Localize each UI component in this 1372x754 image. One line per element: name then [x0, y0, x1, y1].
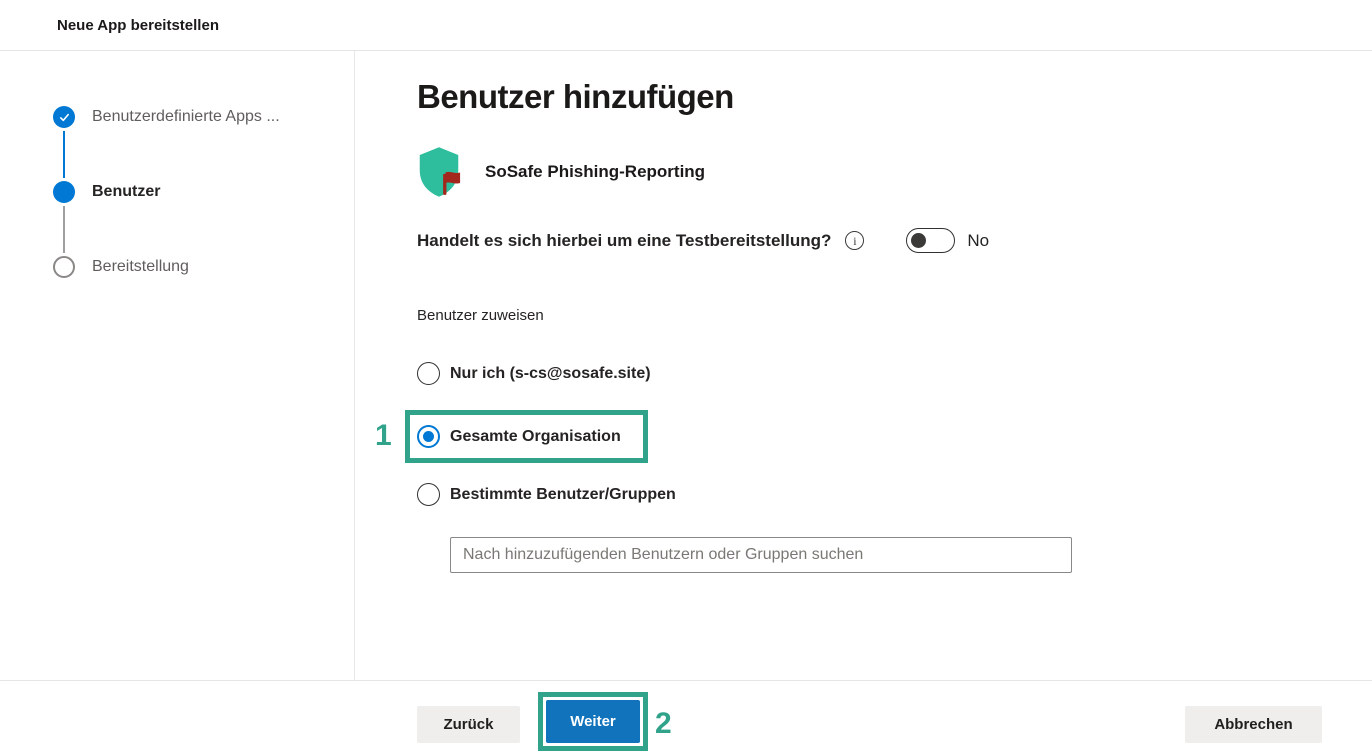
- app-row: SoSafe Phishing-Reporting: [417, 146, 705, 198]
- test-deployment-toggle[interactable]: [906, 228, 955, 253]
- info-icon[interactable]: i: [845, 231, 864, 250]
- test-deployment-row: Handelt es sich hierbei um eine Testbere…: [417, 228, 989, 253]
- step-upcoming-circle-icon: [53, 256, 75, 278]
- radio-option-entire-organization[interactable]: Gesamte Organisation: [417, 425, 621, 448]
- annotation-number-2: 2: [655, 707, 672, 741]
- wizard-steps: Benutzerdefinierte Apps ... Benutzer Ber…: [53, 106, 280, 278]
- radio-option-label: Bestimmte Benutzer/Gruppen: [450, 486, 676, 504]
- annotation-number-1: 1: [375, 419, 392, 453]
- radio-unselected-icon[interactable]: [417, 362, 440, 385]
- user-group-search-input[interactable]: [450, 537, 1072, 573]
- toggle-knob-icon: [911, 233, 926, 248]
- wizard-step-deployment[interactable]: Bereitstellung: [53, 256, 280, 278]
- wizard-step-label: Bereitstellung: [92, 258, 189, 276]
- deploy-app-dialog: Neue App bereitstellen Benutzerdefiniert…: [0, 0, 1372, 754]
- dialog-footer: Zurück Weiter 2 Abbrechen: [0, 680, 1372, 754]
- back-button[interactable]: Zurück: [417, 706, 520, 743]
- toggle-value-label: No: [967, 231, 989, 251]
- cancel-button[interactable]: Abbrechen: [1185, 706, 1322, 743]
- radio-selected-icon[interactable]: [417, 425, 440, 448]
- main-content: Benutzer hinzufügen SoSafe Phishing-Repo…: [355, 51, 1372, 680]
- app-name: SoSafe Phishing-Reporting: [485, 162, 705, 182]
- wizard-step-users[interactable]: Benutzer: [53, 181, 280, 203]
- wizard-connector: [63, 206, 65, 253]
- radio-option-only-me[interactable]: Nur ich (s-cs@sosafe.site): [417, 362, 651, 385]
- test-deployment-question: Handelt es sich hierbei um eine Testbere…: [417, 231, 831, 251]
- step-current-dot-icon: [53, 181, 75, 203]
- annotation-highlight-box: Weiter: [538, 692, 648, 751]
- wizard-sidebar: Benutzerdefinierte Apps ... Benutzer Ber…: [0, 51, 355, 680]
- wizard-connector: [63, 131, 65, 178]
- radio-unselected-icon[interactable]: [417, 483, 440, 506]
- next-button[interactable]: Weiter: [546, 700, 640, 743]
- shield-flag-icon: [417, 146, 461, 198]
- dialog-header: Neue App bereitstellen: [0, 0, 1372, 51]
- page-title: Benutzer hinzufügen: [417, 78, 734, 116]
- radio-option-label: Nur ich (s-cs@sosafe.site): [450, 365, 651, 383]
- step-completed-check-icon: [53, 106, 75, 128]
- assign-users-label: Benutzer zuweisen: [417, 307, 544, 324]
- wizard-step-label: Benutzer: [92, 183, 160, 201]
- dialog-title: Neue App bereitstellen: [57, 0, 219, 51]
- wizard-step-custom-apps[interactable]: Benutzerdefinierte Apps ...: [53, 106, 280, 128]
- radio-option-specific-users[interactable]: Bestimmte Benutzer/Gruppen: [417, 483, 676, 506]
- radio-option-label: Gesamte Organisation: [450, 428, 621, 446]
- wizard-step-label: Benutzerdefinierte Apps ...: [92, 108, 280, 126]
